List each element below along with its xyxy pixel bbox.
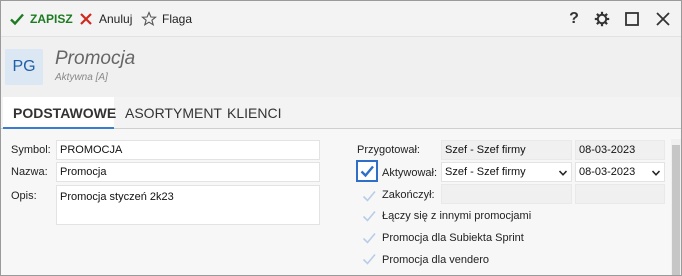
save-label: ZAPISZ — [30, 12, 73, 26]
settings-button[interactable] — [592, 9, 612, 29]
tab-klienci[interactable]: KLIENCI — [217, 97, 291, 129]
maximize-icon — [625, 12, 639, 26]
save-button[interactable]: ZAPISZ — [9, 10, 73, 28]
prepared-date-field: 08-03-2023 — [575, 140, 665, 160]
finished-label: Zakończył: — [382, 189, 435, 201]
chevron-down-icon — [652, 170, 660, 176]
flag-label: Flaga — [162, 12, 193, 26]
checkmark-icon — [360, 165, 374, 178]
combine-promotions-checkbox[interactable] — [360, 207, 378, 225]
close-icon — [78, 11, 94, 27]
checkmark-icon — [362, 232, 376, 244]
tab-asortyment[interactable]: ASORTYMENT — [115, 97, 232, 129]
combine-promotions-label: Łączy się z innymi promocjami — [382, 210, 532, 222]
close-window-icon — [656, 12, 670, 26]
symbol-field[interactable]: PROMOCJA — [56, 140, 320, 160]
activated-date-picker[interactable]: 08-03-2023 — [575, 162, 665, 182]
scrollbar-thumb[interactable] — [672, 145, 680, 275]
help-button[interactable]: ? — [564, 9, 584, 29]
activated-label: Aktywował: — [382, 167, 438, 179]
subiekt-sprint-label: Promocja dla Subiekta Sprint — [382, 232, 524, 244]
gear-icon — [594, 11, 610, 27]
maximize-button[interactable] — [622, 9, 642, 29]
checkmark-icon — [362, 253, 376, 265]
activated-checkbox[interactable] — [356, 160, 378, 182]
description-field[interactable]: Promocja styczeń 2k23 — [56, 185, 320, 225]
description-label: Opis: — [11, 190, 37, 202]
flag-button[interactable]: Flaga — [140, 10, 193, 28]
vendero-label: Promocja dla vendero — [382, 254, 490, 266]
subiekt-sprint-checkbox[interactable] — [360, 229, 378, 247]
cancel-label: Anuluj — [99, 12, 133, 26]
finished-checkbox[interactable] — [360, 187, 378, 205]
document-status: Aktywna [A] — [55, 72, 108, 83]
cancel-button[interactable]: Anuluj — [78, 10, 132, 28]
activated-date-value: 08-03-2023 — [579, 166, 636, 178]
finished-date-field — [575, 184, 665, 204]
name-label: Nazwa: — [11, 166, 48, 178]
finished-by-field — [441, 184, 572, 204]
help-icon: ? — [569, 10, 579, 27]
activated-by-select[interactable]: Szef - Szef firmy — [441, 162, 572, 182]
checkmark-icon — [9, 11, 25, 27]
checkmark-icon — [362, 190, 376, 202]
avatar: PG — [5, 49, 43, 85]
chevron-down-icon — [559, 170, 567, 176]
prepared-label: Przygotował: — [357, 144, 420, 156]
promotion-window: ZAPISZ Anuluj Flaga ? PG Promocja Aktywn… — [0, 0, 682, 276]
toolbar: ZAPISZ Anuluj Flaga ? — [1, 1, 681, 37]
tab-podstawowe[interactable]: PODSTAWOWE — [3, 97, 116, 129]
name-field[interactable]: Promocja — [56, 162, 320, 182]
activated-by-value: Szef - Szef firmy — [445, 166, 526, 178]
tab-bar: PODSTAWOWE ASORTYMENT KLIENCI — [1, 97, 681, 129]
close-window-button[interactable] — [653, 9, 673, 29]
star-icon — [140, 11, 158, 27]
prepared-by-field: Szef - Szef firmy — [441, 140, 572, 160]
symbol-label: Symbol: — [11, 144, 51, 156]
vendero-checkbox[interactable] — [360, 250, 378, 268]
checkmark-icon — [362, 210, 376, 222]
document-title: Promocja — [55, 48, 136, 69]
